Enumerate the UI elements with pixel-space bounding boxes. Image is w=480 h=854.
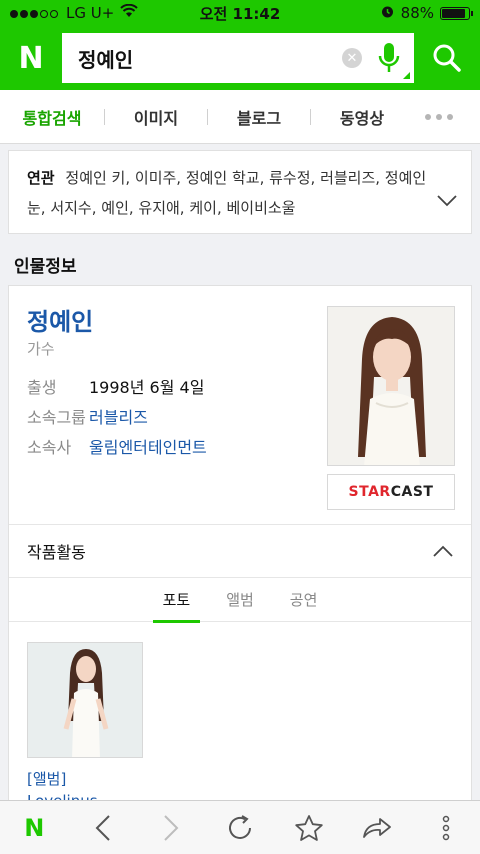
bottom-toolbar: N bbox=[0, 800, 480, 854]
info-row-birth: 출생 1998년 6월 4일 bbox=[27, 374, 204, 398]
person-info-card: 정예인 가수 출생 1998년 6월 4일 소속그룹 러블리즈 소속사 울림엔터… bbox=[8, 285, 472, 854]
naver-home-icon[interactable]: N bbox=[9, 803, 59, 853]
signal-strength-icon bbox=[10, 4, 60, 22]
works-section-header[interactable]: 작품활동 bbox=[9, 524, 471, 578]
close-icon[interactable]: ✕ bbox=[342, 48, 362, 68]
bookmark-star-icon[interactable] bbox=[284, 803, 334, 853]
info-value: 1998년 6월 4일 bbox=[89, 378, 205, 397]
profile-photo[interactable] bbox=[327, 306, 455, 466]
search-button[interactable] bbox=[414, 26, 480, 90]
share-icon[interactable] bbox=[352, 803, 402, 853]
agency-link[interactable]: 울림엔터테인먼트 bbox=[89, 434, 207, 458]
info-row-group: 소속그룹 러블리즈 bbox=[27, 404, 148, 428]
search-icon bbox=[433, 44, 461, 72]
starcast-button[interactable]: STAR CAST bbox=[327, 474, 455, 510]
clock: 오전 11:42 bbox=[199, 4, 281, 23]
related-terms[interactable]: 정예인 키, 이미주, 정예인 학교, 류수정, 러블리즈, 정예인 눈, 서지… bbox=[27, 169, 426, 217]
battery-percent: 88% bbox=[400, 4, 434, 22]
status-bar: LG U+ 오전 11:42 88% bbox=[0, 0, 480, 26]
info-row-agency: 소속사 울림엔터테인먼트 bbox=[27, 434, 207, 458]
subtab-photo[interactable]: 포토 bbox=[152, 578, 200, 623]
search-field[interactable]: 정예인 ✕ bbox=[62, 33, 414, 83]
chevron-up-icon[interactable] bbox=[433, 542, 453, 561]
info-key: 출생 bbox=[27, 378, 57, 397]
more-tabs-icon[interactable] bbox=[425, 113, 453, 120]
section-title: 인물정보 bbox=[14, 257, 77, 277]
tab-blog[interactable]: 블로그 bbox=[208, 105, 310, 129]
category-tabs: 통합검색 이미지 블로그 동영상 bbox=[0, 90, 480, 144]
more-vertical-icon[interactable] bbox=[421, 803, 471, 853]
autocomplete-toggle-icon[interactable] bbox=[403, 72, 410, 79]
person-occupation: 가수 bbox=[27, 340, 55, 358]
refresh-icon[interactable] bbox=[215, 803, 265, 853]
microphone-icon[interactable] bbox=[374, 38, 404, 78]
info-key: 소속그룹 bbox=[27, 408, 86, 427]
wifi-icon bbox=[120, 3, 138, 22]
back-icon[interactable] bbox=[78, 803, 128, 853]
person-name[interactable]: 정예인 bbox=[27, 302, 93, 337]
naver-logo[interactable]: N bbox=[0, 26, 62, 90]
album-label[interactable]: [앨범] bbox=[27, 768, 66, 789]
alarm-icon bbox=[380, 4, 395, 23]
battery-icon bbox=[440, 6, 473, 20]
group-link[interactable]: 러블리즈 bbox=[89, 404, 148, 428]
search-bar: N 정예인 ✕ bbox=[0, 26, 480, 90]
related-label: 연관 bbox=[27, 169, 55, 187]
related-searches: 연관 정예인 키, 이미주, 정예인 학교, 류수정, 러블리즈, 정예인 눈,… bbox=[8, 150, 472, 234]
subtab-performance[interactable]: 공연 bbox=[286, 578, 322, 622]
tab-images[interactable]: 이미지 bbox=[105, 105, 207, 129]
works-title: 작품활동 bbox=[27, 543, 86, 562]
search-input[interactable]: 정예인 bbox=[78, 44, 342, 73]
tab-video[interactable]: 동영상 bbox=[311, 105, 413, 129]
info-key: 소속사 bbox=[27, 438, 72, 457]
carrier-label: LG U+ bbox=[66, 4, 115, 22]
forward-icon[interactable] bbox=[146, 803, 196, 853]
tab-integrated-search[interactable]: 통합검색 bbox=[0, 105, 104, 129]
album-thumbnail[interactable] bbox=[27, 642, 143, 758]
chevron-down-icon[interactable] bbox=[437, 187, 457, 217]
works-subtabs: 포토 앨범 공연 bbox=[9, 578, 471, 623]
subtab-album[interactable]: 앨범 bbox=[222, 578, 258, 622]
